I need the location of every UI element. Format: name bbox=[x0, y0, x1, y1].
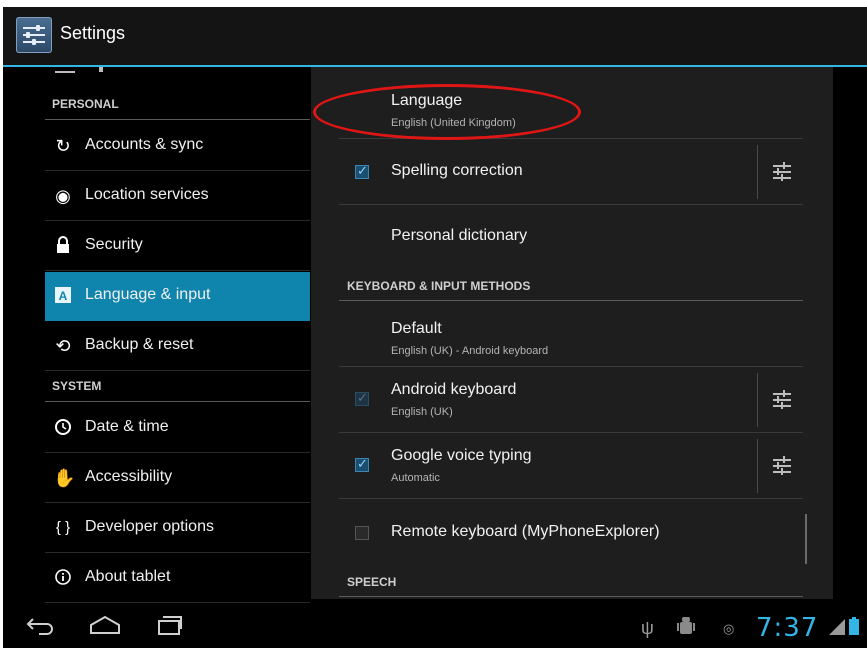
category-speech: SPEECH bbox=[339, 567, 803, 597]
sidebar-item-developer-options[interactable]: { } Developer options bbox=[45, 504, 310, 553]
sidebar-item-accessibility[interactable]: ✋ Accessibility bbox=[45, 454, 310, 503]
language-input-panel: Language English (United Kingdom) ✓ Spel… bbox=[311, 67, 833, 599]
settings-sidebar: PERSONAL ↻ Accounts & sync ◉ Location se… bbox=[45, 67, 310, 607]
divider bbox=[757, 145, 758, 199]
scrollbar[interactable] bbox=[805, 514, 807, 564]
sidebar-item-accounts-sync[interactable]: ↻ Accounts & sync bbox=[45, 122, 310, 171]
setting-title: Android keyboard bbox=[391, 381, 517, 398]
scrolled-item-fragment bbox=[55, 67, 75, 73]
app-title: Settings bbox=[60, 23, 126, 43]
home-button[interactable] bbox=[89, 615, 121, 641]
svg-text:A: A bbox=[59, 289, 68, 303]
signal-icon bbox=[829, 619, 845, 640]
category-keyboard-input-methods: KEYBOARD & INPUT METHODS bbox=[339, 271, 803, 301]
google-voice-typing-checkbox[interactable]: ✓ bbox=[355, 456, 369, 472]
battery-icon bbox=[849, 617, 859, 640]
setting-title: Google voice typing bbox=[391, 447, 532, 464]
sync-status-icon: ◎ bbox=[723, 621, 735, 636]
settings-tune-icon[interactable] bbox=[771, 455, 793, 477]
action-bar: Settings bbox=[3, 7, 867, 67]
google-voice-typing-setting[interactable]: ✓ Google voice typing Automatic bbox=[339, 433, 803, 499]
android-keyboard-checkbox[interactable]: ✓ bbox=[355, 390, 369, 406]
lock-icon bbox=[53, 236, 73, 256]
sidebar-item-label: Accounts & sync bbox=[85, 136, 204, 153]
remote-keyboard-checkbox[interactable] bbox=[355, 526, 369, 540]
setting-summary: English (UK) - Android keyboard bbox=[391, 345, 549, 357]
braces-icon: { } bbox=[55, 519, 71, 536]
android-debug-icon bbox=[677, 616, 695, 643]
setting-title: Spelling correction bbox=[391, 162, 523, 179]
sidebar-item-security[interactable]: Security bbox=[45, 222, 310, 271]
language-icon: A bbox=[53, 286, 73, 306]
settings-tune-icon[interactable] bbox=[771, 389, 793, 411]
category-label: KEYBOARD & INPUT METHODS bbox=[347, 279, 531, 293]
remote-keyboard-setting[interactable]: Remote keyboard (MyPhoneExplorer) bbox=[339, 499, 803, 567]
category-label: SPEECH bbox=[347, 575, 397, 589]
scrolled-item-fragment bbox=[99, 67, 103, 72]
setting-title: Default bbox=[391, 320, 442, 337]
back-button[interactable] bbox=[25, 615, 55, 641]
system-bar: ψ ◎ 7:37 bbox=[3, 607, 867, 648]
spelling-correction-checkbox[interactable]: ✓ bbox=[355, 163, 369, 179]
personal-dictionary-setting[interactable]: Personal dictionary bbox=[339, 205, 803, 271]
sidebar-item-label: Location services bbox=[85, 186, 209, 203]
setting-title: Remote keyboard (MyPhoneExplorer) bbox=[391, 523, 660, 540]
screen: Settings PERSONAL ↻ Accounts & sync ◉ Lo… bbox=[3, 7, 867, 648]
sidebar-item-label: About tablet bbox=[85, 568, 171, 585]
clock-icon bbox=[53, 418, 73, 438]
settings-tune-icon[interactable] bbox=[771, 161, 793, 183]
usb-icon: ψ bbox=[641, 618, 654, 638]
sidebar-item-location-services[interactable]: ◉ Location services bbox=[45, 172, 310, 221]
spelling-correction-setting[interactable]: ✓ Spelling correction bbox=[339, 139, 803, 205]
recent-apps-button[interactable] bbox=[155, 615, 183, 641]
setting-summary: Automatic bbox=[391, 472, 440, 484]
clock: 7:37 bbox=[756, 613, 819, 643]
sync-icon: ↻ bbox=[55, 136, 71, 156]
divider bbox=[757, 439, 758, 493]
sidebar-item-label: Developer options bbox=[85, 518, 214, 535]
sidebar-item-date-time[interactable]: Date & time bbox=[45, 404, 310, 453]
info-icon bbox=[53, 568, 73, 588]
setting-title: Personal dictionary bbox=[391, 227, 528, 244]
sidebar-item-label: Language & input bbox=[85, 286, 211, 303]
section-header-system: SYSTEM bbox=[45, 372, 310, 402]
section-label: PERSONAL bbox=[52, 97, 119, 111]
sidebar-item-about-tablet[interactable]: About tablet bbox=[45, 554, 310, 603]
section-label: SYSTEM bbox=[52, 379, 102, 393]
location-icon: ◉ bbox=[55, 186, 71, 206]
divider bbox=[757, 373, 758, 427]
sidebar-item-language-input[interactable]: A Language & input bbox=[45, 272, 310, 321]
android-keyboard-setting[interactable]: ✓ Android keyboard English (UK) bbox=[339, 367, 803, 433]
setting-summary: English (UK) bbox=[391, 406, 453, 418]
backup-icon: ⟲ bbox=[55, 336, 71, 356]
sidebar-item-label: Date & time bbox=[85, 418, 169, 435]
sidebar-item-label: Backup & reset bbox=[85, 336, 194, 353]
highlight-ellipse bbox=[313, 84, 581, 140]
sidebar-item-backup-reset[interactable]: ⟲ Backup & reset bbox=[45, 322, 310, 371]
section-header-personal: PERSONAL bbox=[45, 90, 310, 120]
sidebar-item-label: Security bbox=[85, 236, 143, 253]
hand-icon: ✋ bbox=[53, 468, 76, 488]
default-keyboard-setting[interactable]: Default English (UK) - Android keyboard bbox=[339, 303, 803, 367]
sidebar-item-label: Accessibility bbox=[85, 468, 173, 485]
settings-sliders-icon[interactable] bbox=[16, 17, 52, 53]
